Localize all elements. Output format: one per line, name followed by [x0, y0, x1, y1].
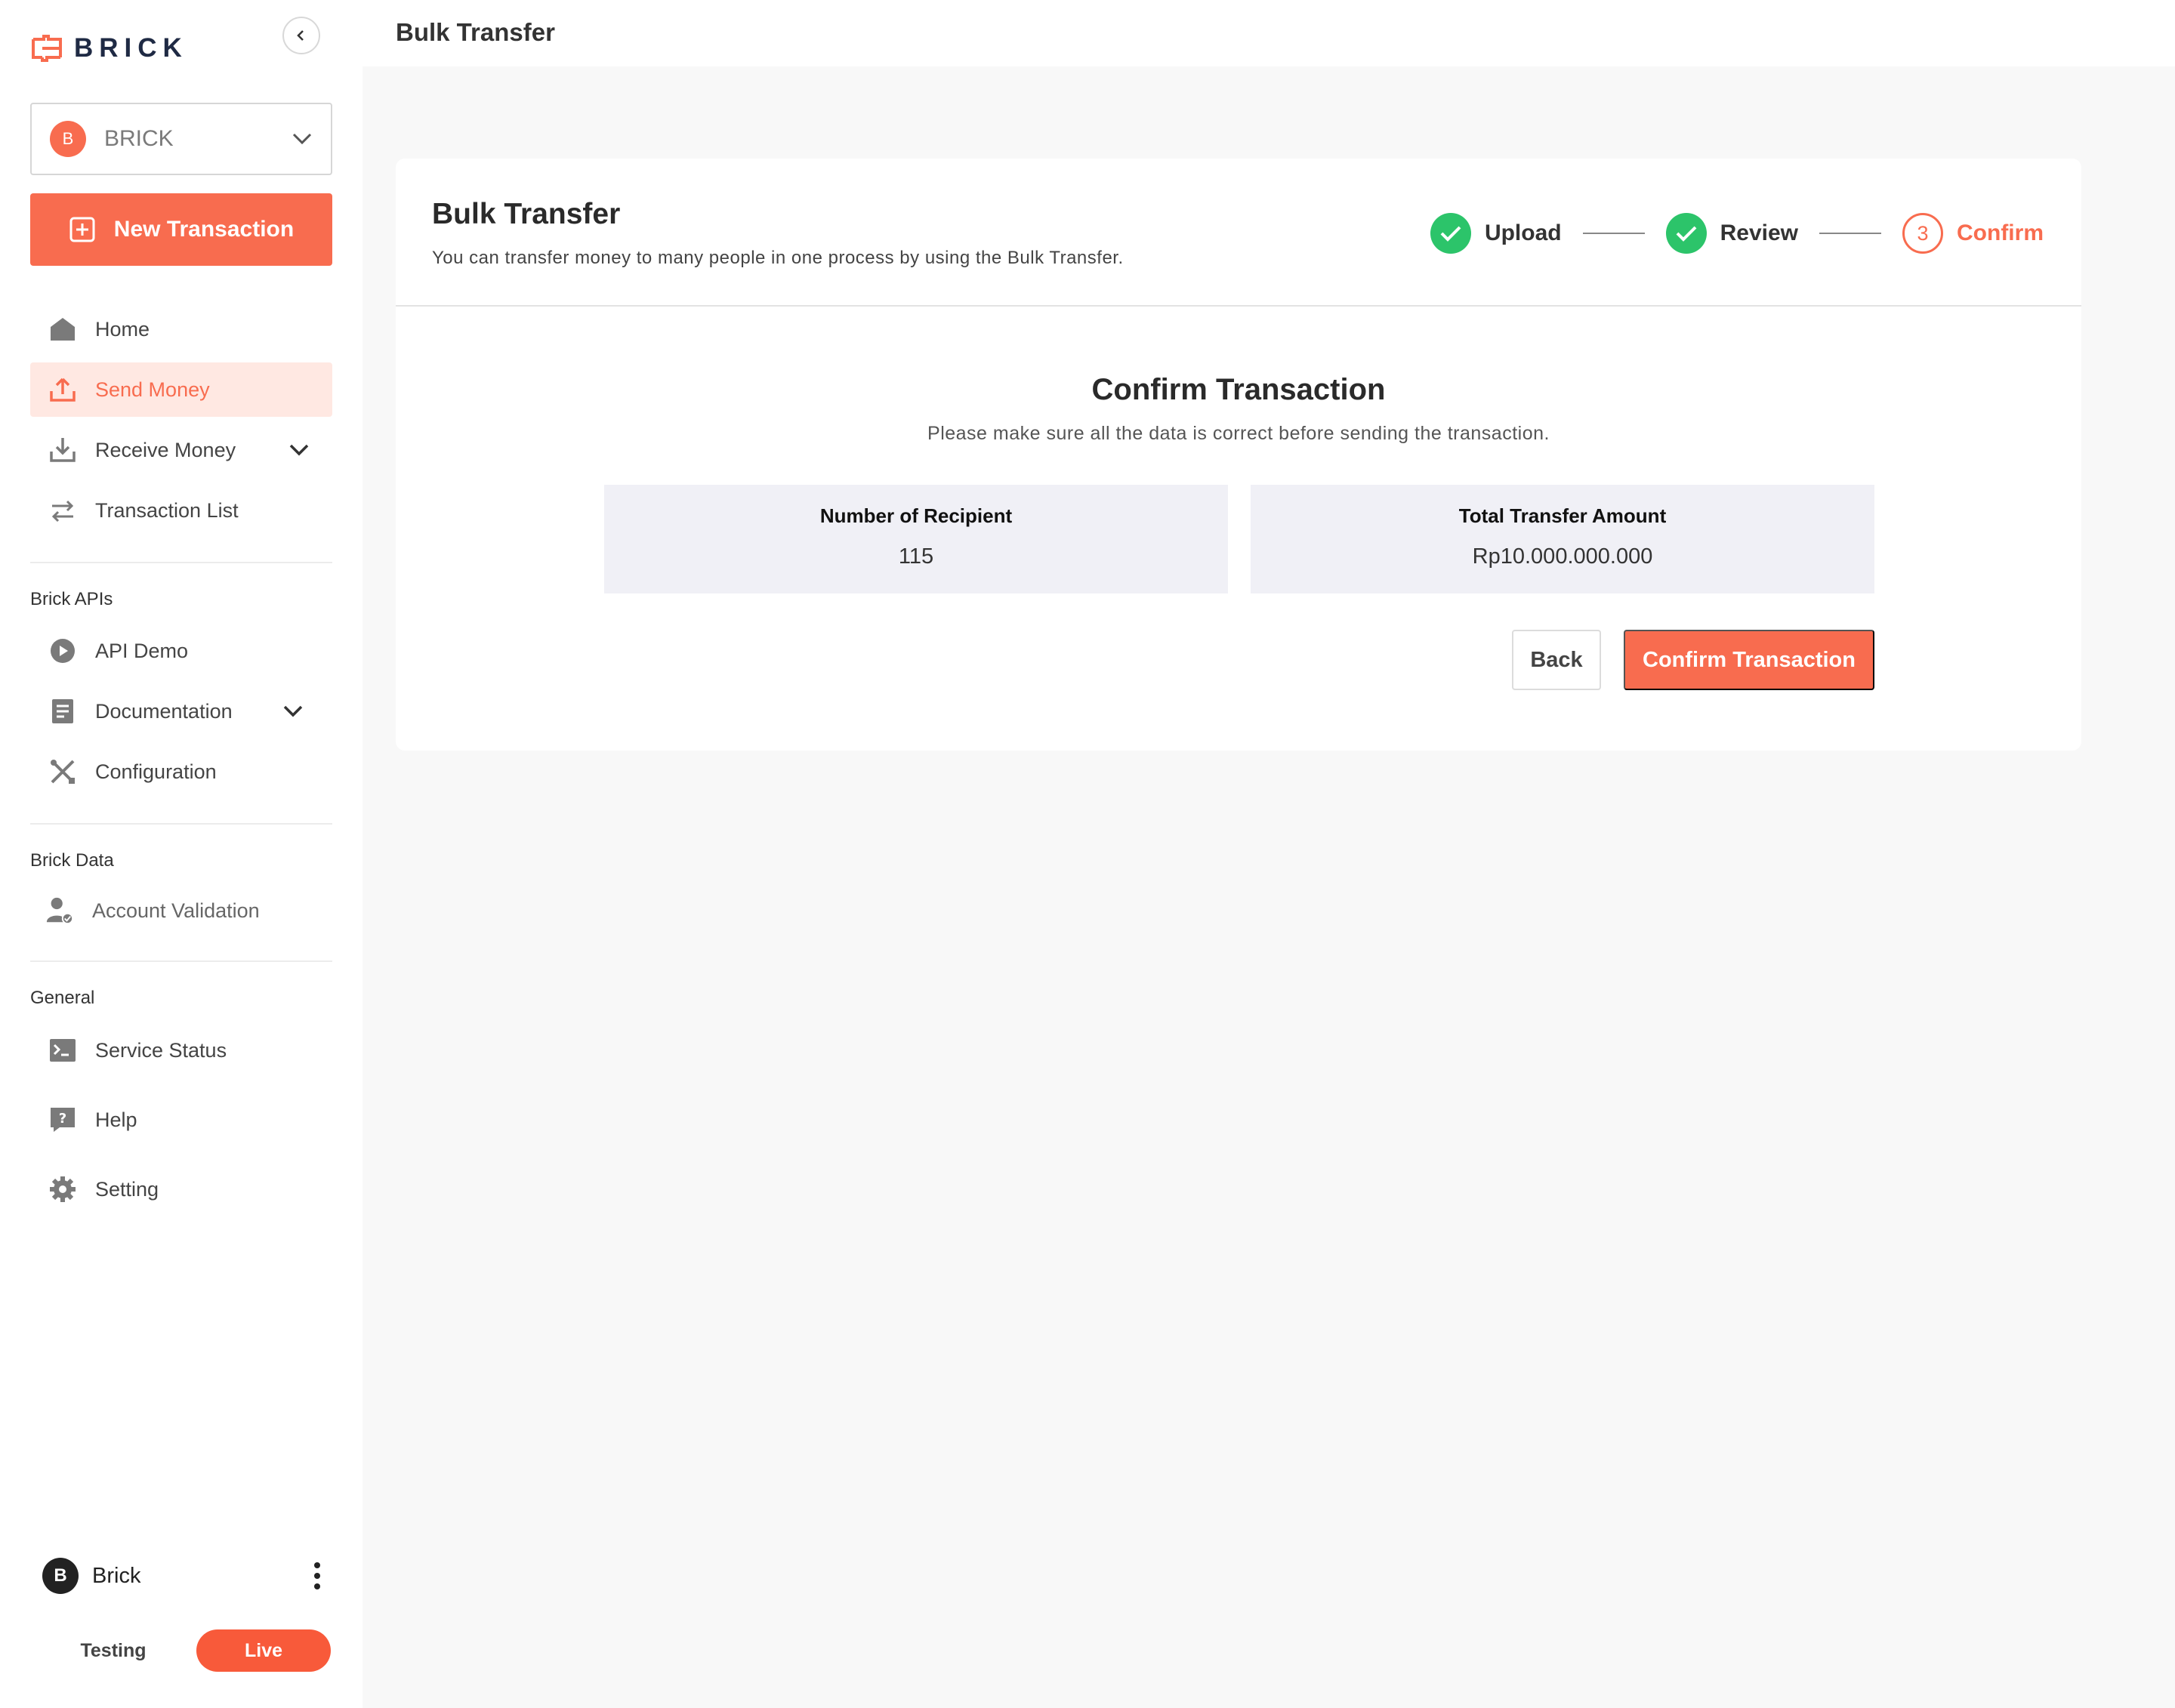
sidebar-item-transaction-list[interactable]: Transaction List	[30, 483, 332, 538]
sidebar-item-send-money[interactable]: Send Money	[30, 362, 332, 417]
bulk-transfer-card: Bulk Transfer You can transfer money to …	[396, 159, 2081, 751]
sidebar-item-label: Account Validation	[92, 899, 260, 922]
document-icon	[48, 697, 77, 726]
chevron-down-icon[interactable]	[282, 698, 304, 723]
user-check-icon	[45, 896, 74, 925]
tools-icon	[48, 757, 77, 786]
sidebar-divider	[30, 562, 332, 563]
user-name: Brick	[92, 1563, 141, 1588]
home-icon	[48, 315, 77, 344]
collapse-sidebar-button[interactable]	[282, 17, 320, 54]
environment-toggle[interactable]: Testing Live	[30, 1629, 332, 1672]
step-label: Confirm	[1957, 220, 2044, 245]
amount-summary: Total Transfer Amount Rp10.000.000.000	[1251, 485, 1874, 593]
sidebar-item-help[interactable]: ? Help	[30, 1093, 332, 1147]
sidebar-item-label: Send Money	[95, 378, 210, 401]
summary-label: Total Transfer Amount	[1458, 504, 1667, 527]
recipients-summary: Number of Recipient 115	[604, 485, 1228, 593]
help-icon: ?	[48, 1105, 77, 1134]
back-button[interactable]: Back	[1512, 630, 1601, 690]
card-subtitle: You can transfer money to many people in…	[432, 248, 1124, 268]
sidebar-item-setting[interactable]: Setting	[30, 1162, 332, 1216]
summary-value: 115	[898, 544, 934, 569]
chevron-down-icon	[292, 133, 312, 145]
check-circle-icon	[1665, 213, 1707, 254]
sidebar-item-account-validation[interactable]: Account Validation	[30, 883, 332, 938]
more-vertical-icon[interactable]	[313, 1561, 322, 1591]
sidebar-item-label: Documentation	[95, 699, 233, 723]
confirm-transaction-button[interactable]: Confirm Transaction	[1624, 630, 1874, 690]
svg-text:?: ?	[59, 1111, 66, 1127]
swap-icon	[48, 496, 77, 525]
download-icon	[48, 436, 77, 464]
user-profile[interactable]: B Brick	[42, 1557, 322, 1595]
chevron-left-icon	[297, 30, 304, 41]
step-review: Review	[1665, 213, 1798, 254]
sidebar-item-label: Service Status	[95, 1038, 227, 1062]
terminal-icon	[48, 1036, 77, 1065]
env-testing-option[interactable]: Testing	[30, 1640, 196, 1662]
step-connector	[1582, 233, 1645, 234]
org-avatar: B	[50, 121, 86, 157]
brand-logo[interactable]: BRICK	[30, 33, 188, 63]
sidebar-item-label: Receive Money	[95, 438, 236, 461]
step-number: 3	[1902, 213, 1943, 254]
section-label-general: General	[30, 988, 95, 1008]
brick-logo-icon	[32, 35, 62, 62]
sidebar-item-label: Help	[95, 1108, 137, 1131]
sidebar-item-label: Transaction List	[95, 498, 239, 522]
sidebar-item-label: Configuration	[95, 760, 217, 783]
confirm-subtitle: Please make sure all the data is correct…	[927, 423, 1550, 444]
plus-square-icon	[69, 217, 95, 242]
check-circle-icon	[1430, 213, 1471, 254]
organization-select[interactable]: B BRICK	[30, 103, 332, 175]
stepper: Upload Review 3 Confirm	[1430, 213, 2044, 254]
step-label: Review	[1720, 220, 1798, 245]
sidebar-item-label: API Demo	[95, 639, 189, 662]
brand-name: BRICK	[74, 33, 188, 63]
step-confirm: 3 Confirm	[1902, 213, 2044, 254]
step-label: Upload	[1484, 220, 1562, 245]
top-bar: Bulk Transfer	[362, 0, 2175, 66]
sidebar-item-label: Home	[95, 317, 150, 341]
gear-icon	[48, 1175, 77, 1204]
sidebar-item-documentation[interactable]: Documentation	[30, 684, 332, 738]
card-header: Bulk Transfer You can transfer money to …	[396, 159, 2081, 307]
summary-label: Number of Recipient	[819, 504, 1013, 527]
upload-icon	[48, 375, 77, 404]
avatar: B	[42, 1558, 79, 1594]
step-connector	[1819, 233, 1881, 234]
sidebar-divider	[30, 960, 332, 962]
step-upload: Upload	[1430, 213, 1562, 254]
sidebar-item-home[interactable]: Home	[30, 302, 332, 356]
new-transaction-button[interactable]: New Transaction	[30, 193, 332, 266]
summary-value: Rp10.000.000.000	[1472, 544, 1653, 569]
new-transaction-label: New Transaction	[113, 217, 295, 242]
section-label-brick-data: Brick Data	[30, 850, 114, 871]
sidebar-item-api-demo[interactable]: API Demo	[30, 624, 332, 678]
sidebar-item-service-status[interactable]: Service Status	[30, 1023, 332, 1078]
sidebar-item-configuration[interactable]: Configuration	[30, 745, 332, 799]
confirm-heading: Confirm Transaction	[1091, 373, 1386, 406]
env-live-option[interactable]: Live	[196, 1629, 331, 1672]
section-label-brick-apis: Brick APIs	[30, 589, 113, 609]
page-title: Bulk Transfer	[396, 18, 555, 46]
chevron-down-icon[interactable]	[288, 436, 310, 462]
sidebar-item-receive-money[interactable]: Receive Money	[30, 423, 332, 477]
play-icon	[48, 637, 77, 665]
sidebar-item-label: Setting	[95, 1177, 159, 1201]
card-title: Bulk Transfer	[432, 198, 621, 230]
sidebar: BRICK B BRICK New Transaction Home Send …	[0, 0, 362, 1708]
org-name: BRICK	[104, 126, 174, 151]
sidebar-divider	[30, 823, 332, 825]
